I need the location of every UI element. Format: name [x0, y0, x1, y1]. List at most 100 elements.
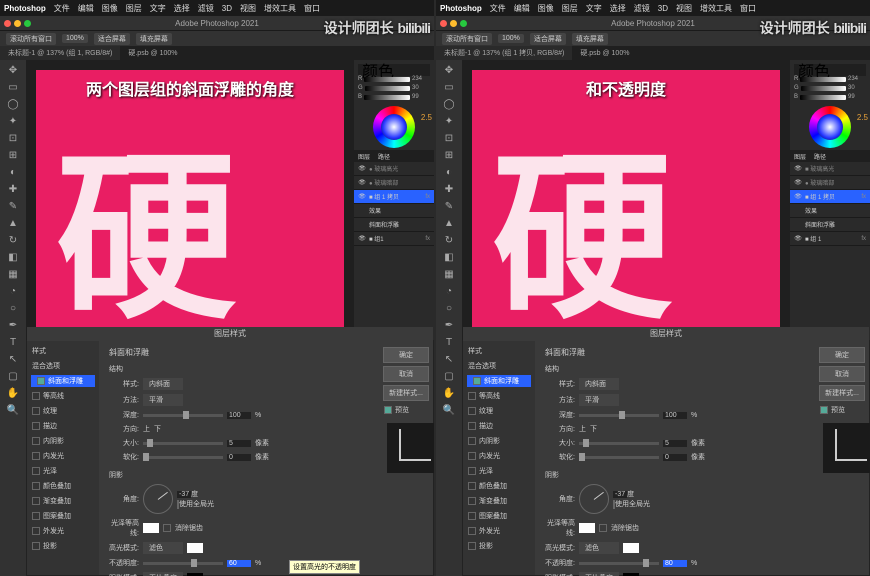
soften-input[interactable]: 0: [663, 454, 687, 461]
hl-opacity-slider[interactable]: [579, 562, 659, 565]
size-slider[interactable]: [579, 442, 659, 445]
frame-tool-icon[interactable]: ⊞: [438, 147, 460, 163]
close-dot[interactable]: [440, 20, 447, 27]
color-tab[interactable]: 颜色: [794, 64, 834, 76]
hl-opacity-input[interactable]: 80: [663, 560, 687, 567]
brush-tool-icon[interactable]: ✎: [438, 198, 460, 214]
new-style-button[interactable]: 新建样式...: [383, 385, 429, 401]
move-tool-icon[interactable]: ✥: [2, 62, 24, 78]
move-tool-icon[interactable]: ✥: [438, 62, 460, 78]
gloss-contour[interactable]: [143, 523, 159, 533]
style-inner-shadow[interactable]: 内阴影: [467, 435, 531, 447]
blend-options[interactable]: 混合选项: [31, 360, 95, 372]
menu-window[interactable]: 窗口: [740, 3, 756, 14]
style-contour[interactable]: 等高线: [31, 390, 95, 402]
style-inner-glow[interactable]: 内发光: [467, 450, 531, 462]
menu-filter[interactable]: 滤镜: [634, 3, 650, 14]
angle-dial[interactable]: [579, 484, 609, 514]
technique-select[interactable]: 平滑: [579, 394, 619, 406]
eyedrop-tool-icon[interactable]: ◐: [2, 164, 24, 180]
lasso-tool-icon[interactable]: ◯: [438, 96, 460, 112]
paths-tab[interactable]: 路径: [374, 150, 394, 162]
hl-opacity-slider[interactable]: [143, 562, 223, 565]
layers-tab[interactable]: 图层: [354, 150, 374, 162]
frame-tool-icon[interactable]: ⊞: [2, 147, 24, 163]
pen-tool-icon[interactable]: ✒: [438, 317, 460, 333]
preview-check[interactable]: [820, 406, 828, 414]
max-dot[interactable]: [460, 20, 467, 27]
style-gradient-overlay[interactable]: 渐变叠加: [31, 495, 95, 507]
doc-tab-1[interactable]: 未标题-1 @ 137% (组 1 拷贝, RGB/8#): [436, 46, 572, 60]
menu-layer[interactable]: 图层: [562, 3, 578, 14]
history-tool-icon[interactable]: ↻: [2, 232, 24, 248]
heal-tool-icon[interactable]: ✚: [2, 181, 24, 197]
menu-view[interactable]: 视图: [240, 3, 256, 14]
opt-fit[interactable]: 适合屏幕: [94, 33, 130, 45]
opt-zoom[interactable]: 100%: [498, 34, 524, 43]
menu-select[interactable]: 选择: [174, 3, 190, 14]
depth-input[interactable]: 100: [663, 412, 687, 419]
angle-input[interactable]: -37: [177, 491, 191, 498]
style-drop-shadow[interactable]: 投影: [467, 540, 531, 552]
history-tool-icon[interactable]: ↻: [438, 232, 460, 248]
wand-tool-icon[interactable]: ✦: [2, 113, 24, 129]
antialias-check[interactable]: [599, 524, 607, 532]
brush-tool-icon[interactable]: ✎: [2, 198, 24, 214]
color-wheel[interactable]: [373, 106, 415, 148]
style-outer-glow[interactable]: 外发光: [31, 525, 95, 537]
gloss-contour[interactable]: [579, 523, 595, 533]
opt-scroll[interactable]: 滚动所有窗口: [442, 33, 492, 45]
doc-tab-1[interactable]: 未标题-1 @ 137% (组 1, RGB/8#): [0, 46, 120, 60]
g-val[interactable]: 30: [848, 85, 866, 91]
r-val[interactable]: 234: [412, 76, 430, 82]
dodge-tool-icon[interactable]: ○: [438, 300, 460, 316]
shape-tool-icon[interactable]: ▢: [2, 368, 24, 384]
stroke-width[interactable]: 2.5: [857, 113, 868, 122]
layer-glass-hl[interactable]: 👁● 玻璃高光: [354, 162, 434, 176]
lasso-tool-icon[interactable]: ◯: [2, 96, 24, 112]
path-tool-icon[interactable]: ↖: [438, 351, 460, 367]
marquee-tool-icon[interactable]: ▭: [438, 79, 460, 95]
r-val[interactable]: 234: [848, 76, 866, 82]
hl-color[interactable]: [623, 543, 639, 553]
size-slider[interactable]: [143, 442, 223, 445]
menu-type[interactable]: 文字: [150, 3, 166, 14]
depth-slider[interactable]: [579, 414, 659, 417]
angle-dial[interactable]: [143, 484, 173, 514]
style-select[interactable]: 内斜面: [579, 378, 619, 390]
soften-slider[interactable]: [143, 456, 223, 459]
style-select[interactable]: 内斜面: [143, 378, 183, 390]
menu-image[interactable]: 图像: [538, 3, 554, 14]
ok-button[interactable]: 确定: [819, 347, 865, 363]
opt-fill[interactable]: 填充屏幕: [572, 33, 608, 45]
menu-type[interactable]: 文字: [586, 3, 602, 14]
gradient-tool-icon[interactable]: ▦: [438, 266, 460, 282]
style-color-overlay[interactable]: 颜色叠加: [467, 480, 531, 492]
menu-layer[interactable]: 图层: [126, 3, 142, 14]
menu-3d[interactable]: 3D: [222, 4, 232, 13]
dir-down[interactable]: 下: [590, 424, 597, 434]
doc-tab-2[interactable]: 硬.psb @ 100%: [120, 46, 185, 60]
gradient-tool-icon[interactable]: ▦: [2, 266, 24, 282]
style-drop-shadow[interactable]: 投影: [31, 540, 95, 552]
style-bevel[interactable]: 斜面和浮雕: [467, 375, 531, 387]
hand-tool-icon[interactable]: ✋: [438, 385, 460, 401]
style-outer-glow[interactable]: 外发光: [467, 525, 531, 537]
dir-down[interactable]: 下: [154, 424, 161, 434]
sh-mode-select[interactable]: 正片叠底: [143, 572, 183, 576]
opt-fit[interactable]: 适合屏幕: [530, 33, 566, 45]
pen-tool-icon[interactable]: ✒: [2, 317, 24, 333]
depth-slider[interactable]: [143, 414, 223, 417]
menu-edit[interactable]: 编辑: [514, 3, 530, 14]
style-texture[interactable]: 纹理: [467, 405, 531, 417]
layer-bevel-fx[interactable]: 斜面和浮雕: [354, 218, 434, 232]
technique-select[interactable]: 平滑: [143, 394, 183, 406]
max-dot[interactable]: [24, 20, 31, 27]
layer-fx[interactable]: 效果: [354, 204, 434, 218]
path-tool-icon[interactable]: ↖: [2, 351, 24, 367]
doc-tab-2[interactable]: 硬.psb @ 100%: [572, 46, 637, 60]
dir-up[interactable]: 上: [143, 424, 150, 434]
type-tool-icon[interactable]: T: [438, 334, 460, 350]
min-dot[interactable]: [14, 20, 21, 27]
crop-tool-icon[interactable]: ⊡: [438, 130, 460, 146]
